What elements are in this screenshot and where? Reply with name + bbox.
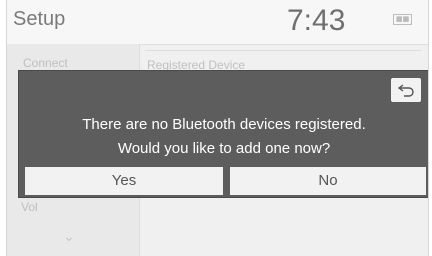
top-bar: Setup 7:43 ▦▦ xyxy=(7,0,428,45)
clock: 7:43 xyxy=(287,4,346,37)
no-button[interactable]: No xyxy=(230,167,426,195)
chevron-down-icon: ⌄ xyxy=(63,228,75,244)
background-menu-item-lower: Vol xyxy=(21,200,38,214)
dialog-message-line1: There are no Bluetooth devices registere… xyxy=(82,116,366,133)
dialog-message: There are no Bluetooth devices registere… xyxy=(19,113,428,161)
status-icon: ▦▦ xyxy=(393,14,413,25)
setup-screen: Setup 7:43 ▦▦ Connect Registered Device … xyxy=(6,0,429,256)
background-menu-item: Connect xyxy=(23,56,68,70)
page-title: Setup xyxy=(13,8,66,30)
yes-button[interactable]: Yes xyxy=(25,167,223,195)
background-divider xyxy=(145,50,421,51)
back-arrow-icon xyxy=(398,84,414,97)
back-button[interactable] xyxy=(391,78,421,102)
bluetooth-dialog: There are no Bluetooth devices registere… xyxy=(18,70,428,198)
dialog-message-line2: Would you like to add one now? xyxy=(117,140,331,157)
